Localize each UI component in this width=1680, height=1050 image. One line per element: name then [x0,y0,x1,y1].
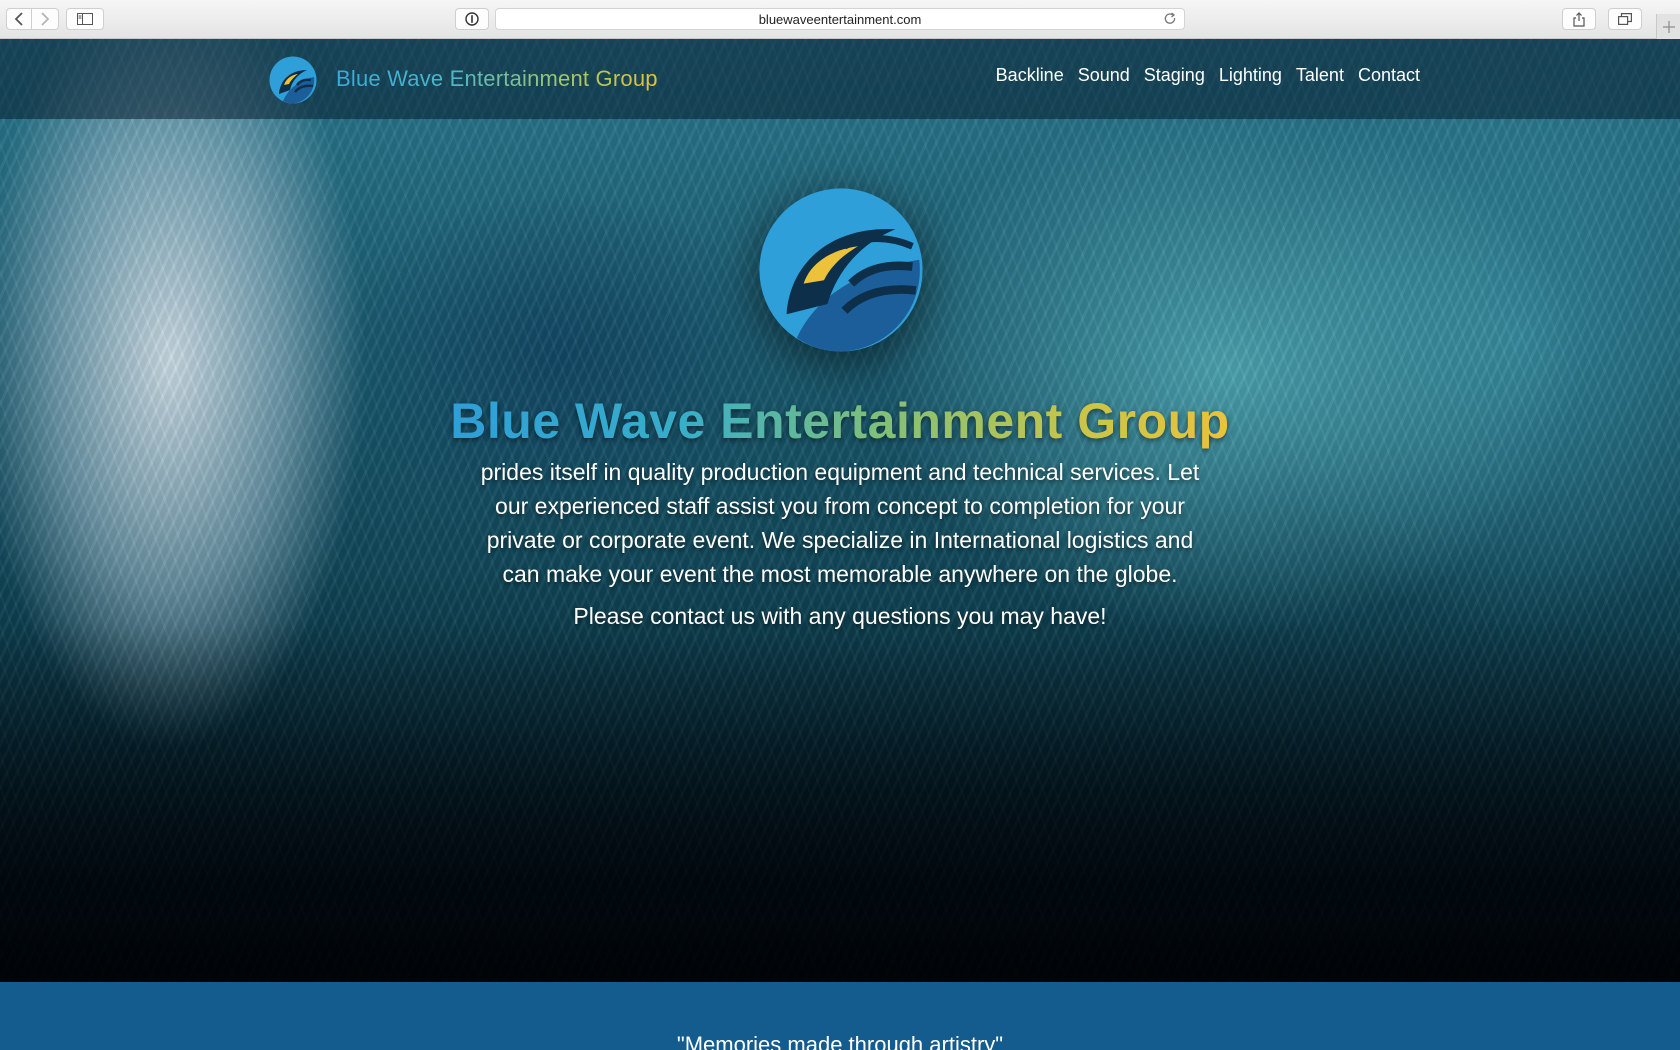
brand-logo-icon[interactable] [268,55,318,105]
main-nav: Backline Sound Staging Lighting Talent C… [996,65,1420,86]
forward-button[interactable] [32,8,59,30]
nav-link-talent[interactable]: Talent [1296,65,1344,86]
site-header: Blue Wave Entertainment Group Backline S… [0,39,1680,119]
new-tab-icon [1662,20,1675,33]
back-icon [14,12,23,26]
sidebar-button[interactable] [66,8,104,30]
tagline-text: "Memories made through artistry" [676,1032,1004,1050]
hero-description: prides itself in quality production equi… [480,459,1200,587]
hero-logo-icon [759,188,923,352]
nav-link-sound[interactable]: Sound [1078,65,1130,86]
nav-link-staging[interactable]: Staging [1144,65,1205,86]
url-text: bluewaveentertainment.com [758,11,922,27]
tagline-section: "Memories made through artistry" [0,982,1680,1050]
hero-bottom-fade [0,622,1680,982]
tab-overview-button[interactable] [1608,8,1642,30]
site-info-button[interactable] [455,8,489,30]
hero-contact-line: Please contact us with any questions you… [573,603,1107,629]
nav-link-contact[interactable]: Contact [1358,65,1420,86]
share-icon [1573,11,1585,27]
browser-toolbar: bluewaveentertainment.com [0,0,1680,39]
reload-icon[interactable] [1163,12,1177,26]
forward-icon [41,12,50,26]
hero-title: Blue Wave Entertainment Group [0,392,1680,450]
nav-link-lighting[interactable]: Lighting [1219,65,1282,86]
back-button[interactable] [6,8,32,30]
nav-brand-link[interactable]: Blue Wave Entertainment Group [336,66,658,92]
info-icon [465,12,479,26]
tabs-icon [1618,13,1632,25]
sidebar-icon [77,13,93,25]
hero-title-text: Blue Wave Entertainment Group [450,393,1230,449]
share-button[interactable] [1562,8,1596,30]
new-tab-button[interactable] [1656,14,1680,39]
nav-link-backline[interactable]: Backline [996,65,1064,86]
address-bar[interactable]: bluewaveentertainment.com [495,8,1185,30]
